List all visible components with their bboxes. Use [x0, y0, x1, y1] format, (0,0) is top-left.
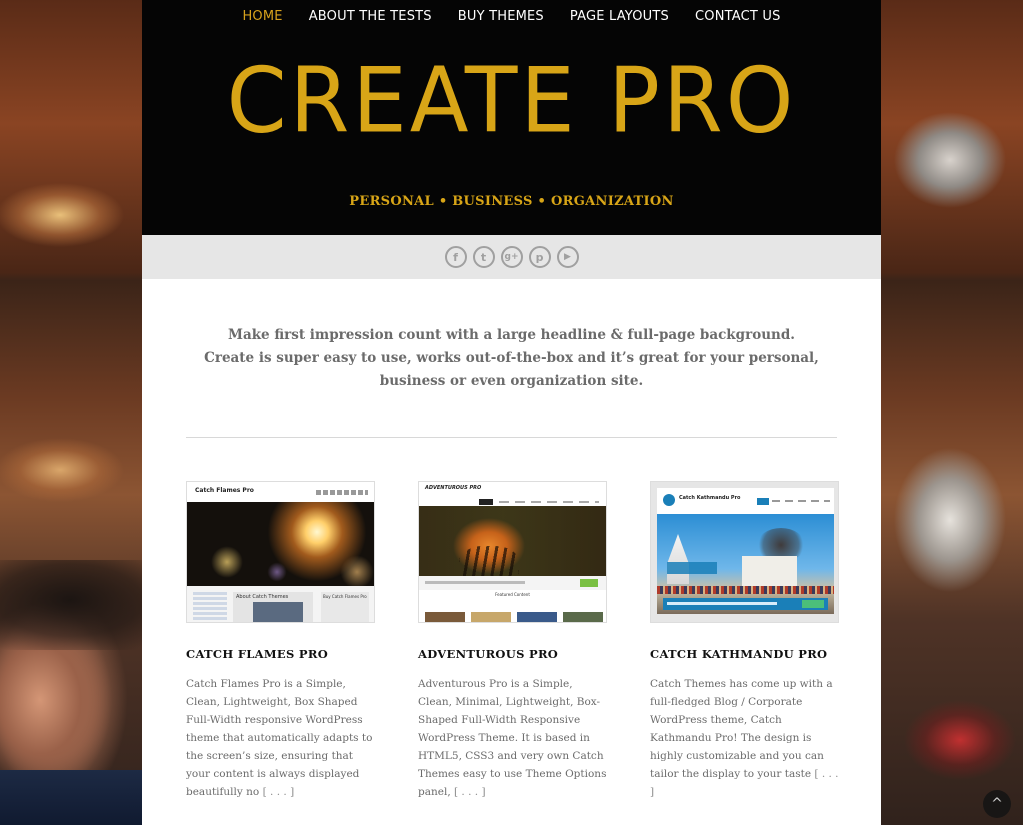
featured-title: Featured Content — [495, 592, 530, 597]
read-more-link[interactable]: [ . . . ] — [454, 786, 486, 798]
thumbnail-header: Catch Kathmandu Pro — [657, 488, 834, 514]
building-shape — [742, 556, 797, 586]
sparkler-image — [187, 502, 374, 586]
thumbnail-main: About Catch Themes — [233, 592, 313, 622]
thumbnail-header: ADVENTUROUS PRO — [419, 482, 606, 498]
intro-line-1: Make first impression count with a large… — [228, 327, 795, 343]
theme-card-excerpt: Catch Flames Pro is a Simple, Clean, Lig… — [186, 675, 375, 801]
thumbnail-widget-title: Buy Catch Flames Pro — [323, 594, 367, 599]
youtube-icon[interactable]: ▶ — [556, 246, 579, 268]
theme-card: Catch Flames Pro About Catch Themes Buy … — [186, 481, 375, 801]
page-container: HOME ABOUT THE TESTS BUY THEMES PAGE LAY… — [142, 0, 881, 825]
thumbnail-promo-strip — [663, 598, 828, 610]
intro-line-2: Create is super easy to use, works out-o… — [204, 350, 819, 389]
featured-photo — [425, 612, 465, 622]
nav-item-page-layouts[interactable]: PAGE LAYOUTS — [570, 9, 669, 24]
excerpt-text: Catch Flames Pro is a Simple, Clean, Lig… — [186, 678, 373, 798]
thumbnail-content: About Catch Themes Buy Catch Flames Pro — [187, 586, 374, 622]
theme-card-title[interactable]: ADVENTUROUS PRO — [418, 647, 607, 661]
social-bar: f t g+ p ▶ — [142, 235, 881, 279]
main-navigation: HOME ABOUT THE TESTS BUY THEMES PAGE LAY… — [142, 0, 881, 24]
tiger-image — [419, 506, 606, 586]
intro-text: Make first impression count with a large… — [142, 324, 881, 393]
scroll-to-top-button[interactable]: ^ — [983, 790, 1011, 818]
thumbnail-widget: Buy Catch Flames Pro — [321, 592, 369, 622]
theme-thumbnail[interactable]: Catch Flames Pro About Catch Themes Buy … — [186, 481, 375, 623]
promo-text — [425, 581, 525, 584]
thumbnail-section-title: About Catch Themes — [236, 594, 289, 600]
thumbnail-brand: ADVENTUROUS PRO — [425, 485, 482, 491]
google-plus-icon[interactable]: g+ — [500, 246, 523, 268]
thumbnail-screens-image — [253, 602, 303, 622]
thumbnail-brand: Catch Kathmandu Pro — [679, 495, 741, 501]
nav-item-buy-themes[interactable]: BUY THEMES — [458, 9, 544, 24]
theme-card-title[interactable]: CATCH KATHMANDU PRO — [650, 647, 839, 661]
thumbnail-header: Catch Flames Pro — [187, 482, 374, 502]
kathmandu-logo-icon — [663, 494, 675, 506]
crowd-shape — [657, 586, 834, 594]
theme-card-excerpt: Catch Themes has come up with a full-fle… — [650, 675, 839, 801]
social-icons-strip — [316, 490, 368, 495]
theme-card-excerpt: Adventurous Pro is a Simple, Clean, Mini… — [418, 675, 607, 801]
theme-card: Catch Kathmandu Pro CATCH KATHMANDU PRO … — [650, 481, 839, 801]
facebook-icon[interactable]: f — [444, 246, 467, 268]
thumbnail-nav-active — [757, 498, 769, 505]
featured-photo — [517, 612, 557, 622]
temple-shape — [667, 534, 689, 584]
thumbnail-featured: Featured Content — [419, 590, 606, 622]
site-header: HOME ABOUT THE TESTS BUY THEMES PAGE LAY… — [142, 0, 881, 235]
promo-button — [580, 579, 598, 587]
nav-item-about-the-tests[interactable]: ABOUT THE TESTS — [309, 9, 432, 24]
featured-photo — [563, 612, 603, 622]
promo-button — [802, 600, 824, 608]
site-title[interactable]: CREATE PRO — [142, 56, 881, 146]
slider-caption — [667, 562, 717, 574]
featured-photo — [471, 612, 511, 622]
thumbnail-nav — [419, 498, 606, 506]
nav-item-home[interactable]: HOME — [242, 9, 282, 24]
theme-thumbnail[interactable]: Catch Kathmandu Pro — [650, 481, 839, 623]
theme-thumbnail[interactable]: ADVENTUROUS PRO Featured Content — [418, 481, 607, 623]
site-tagline: PERSONAL • BUSINESS • ORGANIZATION — [349, 194, 674, 209]
read-more-link[interactable]: [ . . . ] — [263, 786, 295, 798]
section-divider — [186, 437, 837, 438]
excerpt-text: Catch Themes has come up with a full-fle… — [650, 678, 833, 780]
thumbnail-nav-items — [772, 500, 830, 502]
nav-item-contact-us[interactable]: CONTACT US — [695, 9, 781, 24]
twitter-icon[interactable]: t — [472, 246, 495, 268]
background-person-hair — [0, 560, 142, 650]
featured-themes: Catch Flames Pro About Catch Themes Buy … — [186, 481, 881, 801]
background-person-shirt — [0, 770, 142, 825]
theme-card-title[interactable]: CATCH FLAMES PRO — [186, 647, 375, 661]
thumbnail-nav-active — [479, 499, 493, 505]
theme-card: ADVENTUROUS PRO Featured Content ADVENTU… — [418, 481, 607, 801]
excerpt-text: Adventurous Pro is a Simple, Clean, Mini… — [418, 678, 607, 798]
pinterest-icon[interactable]: p — [528, 246, 551, 268]
promo-text — [667, 602, 777, 605]
chevron-up-icon: ^ — [991, 796, 1003, 812]
kathmandu-image — [657, 514, 834, 614]
thumbnail-sidebar — [193, 592, 227, 622]
thumbnail-brand: Catch Flames Pro — [195, 487, 254, 494]
thumbnail-promo-strip — [419, 576, 606, 590]
thumbnail-nav-items — [499, 501, 599, 503]
